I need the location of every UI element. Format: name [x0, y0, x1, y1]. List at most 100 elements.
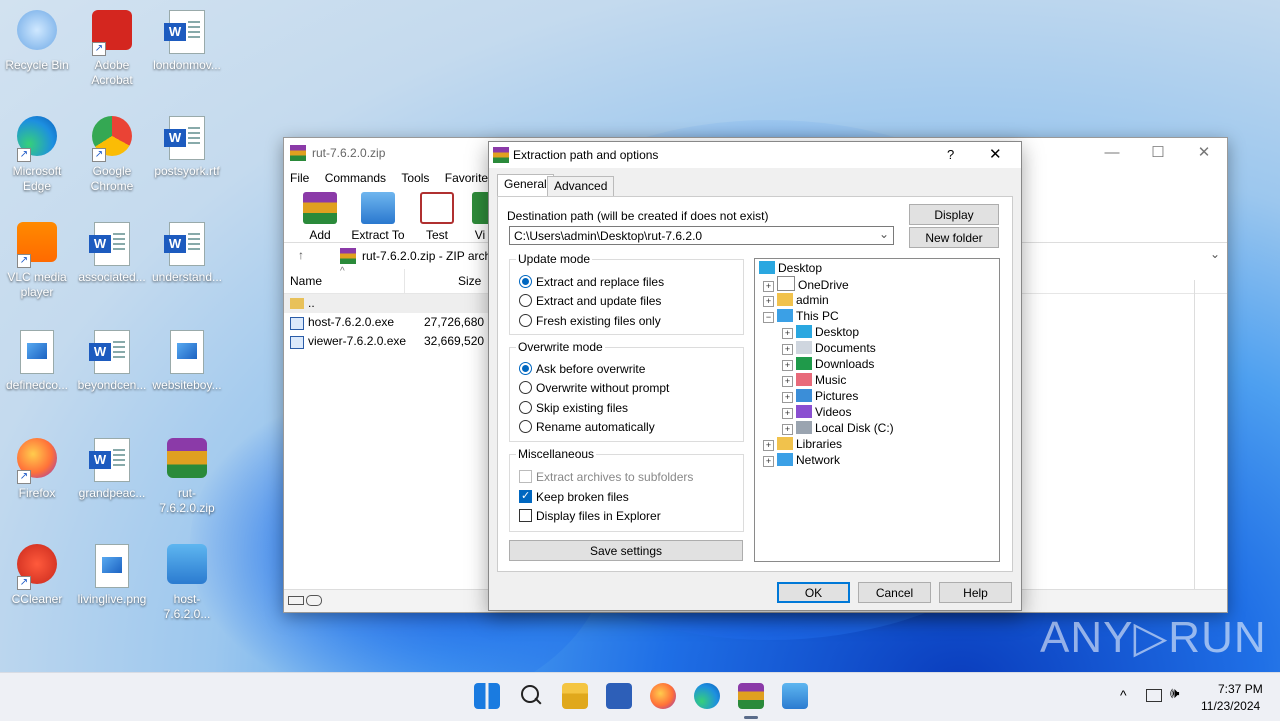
radio-button[interactable]	[519, 294, 532, 307]
column-size[interactable]: Size	[458, 274, 481, 288]
radio-button[interactable]	[519, 314, 532, 327]
dialog-titlebar[interactable]: Extraction path and options ? ✕	[489, 142, 1021, 168]
checkbox[interactable]	[519, 488, 532, 504]
extract-to-button[interactable]: Extract To	[350, 192, 406, 242]
firefox-icon[interactable]	[650, 683, 676, 709]
desktop-icon-item[interactable]: ↗ Adobe Acrobat	[76, 4, 148, 88]
check-keep-broken[interactable]: Keep broken files	[519, 488, 629, 505]
menu-commands[interactable]: Commands	[325, 171, 386, 185]
checkbox[interactable]	[519, 509, 532, 522]
destination-input[interactable]: C:\Users\admin\Desktop\rut-7.6.2.0	[514, 229, 702, 243]
installer-icon[interactable]	[782, 683, 808, 709]
folder-tree[interactable]: Desktop + OneDrive + admin − This PC + Desktop + D…	[754, 258, 1000, 562]
file-row-viewer[interactable]: viewer-7.6.2.0.exe 32,669,520	[284, 332, 489, 351]
cancel-button[interactable]: Cancel	[858, 582, 931, 603]
expand-icon[interactable]: +	[782, 392, 793, 403]
file-row-host[interactable]: host-7.6.2.0.exe 27,726,680	[284, 313, 489, 332]
desktop-icon-item[interactable]: ↗ Firefox	[1, 432, 73, 501]
desktop-icon-item[interactable]: livinglive.png	[76, 538, 148, 607]
save-settings-button[interactable]: Save settings	[509, 540, 743, 561]
expand-icon[interactable]: +	[763, 456, 774, 467]
desktop-icon-item[interactable]: Wassociated...	[76, 216, 148, 285]
desktop-icon-item[interactable]: ↗ CCleaner	[1, 538, 73, 607]
up-arrow-icon[interactable]: ↑	[298, 248, 304, 262]
radio-button[interactable]	[519, 381, 532, 394]
edge-icon[interactable]	[694, 683, 720, 709]
tree-node[interactable]: + Libraries	[763, 436, 842, 452]
desktop-icon-item[interactable]: definedco...	[1, 324, 73, 393]
check-extract-subfolders[interactable]: Extract archives to subfolders	[519, 469, 693, 485]
column-name[interactable]: Name	[290, 274, 322, 288]
test-button[interactable]: Test	[420, 192, 454, 242]
start-icon[interactable]	[474, 683, 500, 709]
expand-icon[interactable]: +	[763, 296, 774, 307]
display-button[interactable]: Display	[909, 204, 999, 225]
path-text[interactable]: rut-7.6.2.0.zip - ZIP archi	[362, 249, 494, 263]
tree-node[interactable]: − This PC	[763, 308, 839, 324]
expand-icon[interactable]: +	[782, 408, 793, 419]
radio-ask-before[interactable]: Ask before overwrite	[519, 361, 645, 377]
checkbox[interactable]	[519, 470, 532, 483]
tree-node[interactable]: + Music	[782, 372, 846, 388]
expand-icon[interactable]: +	[782, 424, 793, 435]
radio-extract-replace[interactable]: Extract and replace files	[519, 274, 664, 290]
expand-icon[interactable]: +	[782, 360, 793, 371]
radio-extract-update[interactable]: Extract and update files	[519, 293, 661, 309]
radio-button[interactable]	[519, 275, 532, 288]
desktop-icon-item[interactable]: Wlondonmov...	[151, 4, 223, 73]
ok-button[interactable]: OK	[777, 582, 850, 603]
tree-node[interactable]: + Desktop	[782, 324, 859, 340]
radio-skip-existing[interactable]: Skip existing files	[519, 400, 628, 416]
tree-node[interactable]: + OneDrive	[763, 276, 849, 292]
desktop-icon-item[interactable]: Wbeyondcen...	[76, 324, 148, 393]
tab-general[interactable]: General	[497, 174, 554, 196]
add-button[interactable]: Add	[302, 192, 338, 242]
radio-overwrite-without[interactable]: Overwrite without prompt	[519, 380, 669, 396]
help-icon[interactable]: ?	[947, 142, 954, 168]
desktop-icon-item[interactable]: Wgrandpeac...	[76, 432, 148, 501]
file-row-parent[interactable]: ..	[284, 294, 489, 313]
expand-icon[interactable]: +	[782, 344, 793, 355]
chevron-up-icon[interactable]: ^	[1120, 687, 1127, 703]
clock-time[interactable]: 7:37 PM	[1218, 682, 1263, 696]
tree-node[interactable]: + Videos	[782, 404, 851, 420]
search-icon[interactable]	[518, 683, 544, 709]
store-icon[interactable]	[606, 683, 632, 709]
maximize-button[interactable]: ☐	[1135, 138, 1181, 168]
desktop-icon-item[interactable]: websiteboy...	[151, 324, 223, 393]
check-display-explorer[interactable]: Display files in Explorer	[519, 508, 661, 524]
menu-tools[interactable]: Tools	[401, 171, 429, 185]
desktop-icon-item[interactable]: ↗ Google Chrome	[76, 110, 148, 194]
desktop-icon-item[interactable]: rut-7.6.2.0.zip	[151, 432, 223, 516]
help-button[interactable]: Help	[939, 582, 1012, 603]
radio-rename-auto[interactable]: Rename automatically	[519, 419, 655, 435]
volume-icon[interactable]: 🕪	[1170, 685, 1179, 702]
expand-icon[interactable]: +	[782, 328, 793, 339]
network-icon[interactable]	[1146, 689, 1162, 702]
menu-file[interactable]: File	[290, 171, 309, 185]
minimize-button[interactable]: —	[1089, 138, 1135, 168]
path-dropdown-chevron-down-icon[interactable]: ⌄	[1210, 247, 1220, 261]
tree-node[interactable]: + admin	[763, 292, 829, 308]
desktop-icon-item[interactable]: Recycle Bin	[1, 4, 73, 73]
tree-node[interactable]: + Network	[763, 452, 840, 468]
desktop-icon-item[interactable]: Wpostsyork.rtf	[151, 110, 223, 179]
tree-node[interactable]: + Pictures	[782, 388, 858, 404]
tree-node[interactable]: + Documents	[782, 340, 876, 356]
radio-button[interactable]	[519, 420, 532, 433]
desktop-icon-item[interactable]: host-7.6.2.0...	[151, 538, 223, 622]
radio-fresh-existing[interactable]: Fresh existing files only	[519, 313, 661, 329]
clock-date[interactable]: 11/23/2024	[1201, 699, 1260, 713]
tree-node[interactable]: + Local Disk (C:)	[782, 420, 894, 436]
menu-favorites[interactable]: Favorites	[445, 171, 494, 185]
desktop-icon-item[interactable]: Wunderstand...	[151, 216, 223, 285]
chevron-down-icon[interactable]: ⌄	[879, 227, 889, 241]
desktop-icon-item[interactable]: ↗ Microsoft Edge	[1, 110, 73, 194]
radio-button[interactable]	[519, 401, 532, 414]
desktop-icon-item[interactable]: ↗ VLC media player	[1, 216, 73, 300]
expand-icon[interactable]: +	[763, 281, 774, 292]
tree-node[interactable]: + Downloads	[782, 356, 874, 372]
winrar-icon[interactable]	[738, 683, 764, 709]
close-icon[interactable]: ✕	[989, 142, 1002, 168]
collapse-icon[interactable]: −	[763, 312, 774, 323]
